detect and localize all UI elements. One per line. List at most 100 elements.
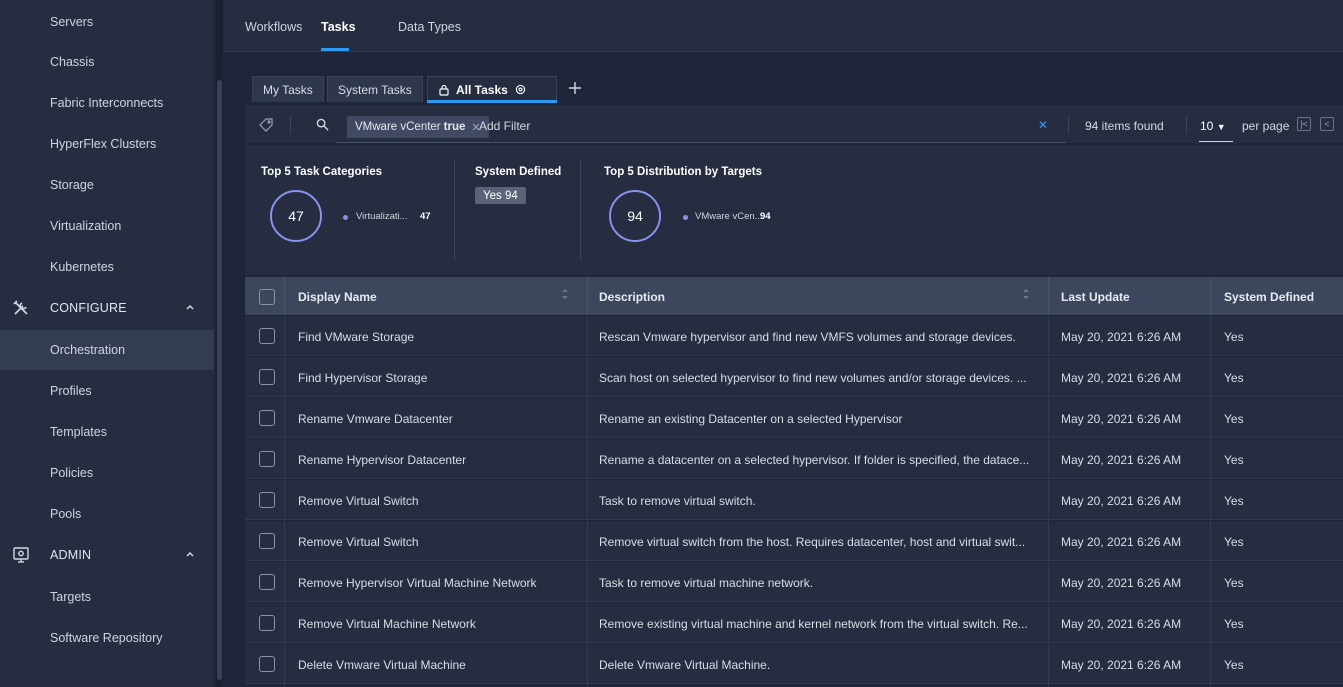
sidebar-item-kubernetes[interactable]: Kubernetes (0, 247, 214, 287)
cell-description: Remove virtual switch from the host. Req… (599, 535, 1026, 549)
filter-chip-key: VMware vCenter (355, 121, 441, 133)
sidebar-section-configure[interactable]: CONFIGURE (0, 288, 214, 328)
row-checkbox[interactable] (259, 533, 275, 549)
tab-data-types[interactable]: Data Types (398, 20, 461, 34)
cell-display-name[interactable]: Remove Virtual Switch (298, 535, 578, 549)
sidebar-item-fabric-interconnects[interactable]: Fabric Interconnects (0, 83, 214, 123)
divider (1068, 116, 1069, 134)
tab-tasks[interactable]: Tasks (321, 20, 356, 34)
table-row[interactable]: Find VMware Storage Rescan Vmware hyperv… (245, 316, 1343, 356)
column-header-description[interactable]: Description (599, 290, 665, 304)
sort-icon[interactable] (1022, 287, 1030, 301)
cell-display-name[interactable]: Find Hypervisor Storage (298, 371, 578, 385)
table-row[interactable]: Delete Vmware Virtual Machine Delete Vmw… (245, 644, 1343, 684)
row-checkbox[interactable] (259, 574, 275, 590)
sidebar-item-chassis[interactable]: Chassis (0, 42, 214, 82)
table-row[interactable]: Rename Hypervisor Datacenter Rename a da… (245, 439, 1343, 479)
cell-display-name[interactable]: Find VMware Storage (298, 330, 578, 344)
per-page-label: per page (1242, 119, 1290, 133)
filter-chip[interactable]: VMware vCenter true ✕ (347, 116, 489, 138)
add-tab-icon[interactable] (567, 80, 583, 96)
settings-icon[interactable] (515, 84, 526, 95)
cell-last-update: May 20, 2021 6:26 AM (1061, 494, 1182, 508)
table-row[interactable]: Remove Virtual Switch Remove virtual swi… (245, 521, 1343, 561)
table-row[interactable]: Remove Virtual Machine Network Remove ex… (245, 603, 1343, 643)
sort-icon[interactable] (561, 287, 569, 301)
task-categories-donut[interactable]: 47 (270, 190, 322, 242)
sidebar-section-admin[interactable]: ADMIN (0, 535, 214, 575)
sidebar-item-virtualization[interactable]: Virtualization (0, 206, 214, 246)
column-divider (587, 277, 588, 315)
row-checkbox[interactable] (259, 656, 275, 672)
cell-display-name[interactable]: Rename Hypervisor Datacenter (298, 453, 578, 467)
cell-display-name[interactable]: Remove Virtual Machine Network (298, 617, 578, 631)
sidebar-section-label: ADMIN (50, 548, 92, 562)
add-filter-input[interactable]: Add Filter (479, 119, 530, 133)
cell-last-update: May 20, 2021 6:26 AM (1061, 658, 1182, 672)
sidebar-item-software-repository[interactable]: Software Repository (0, 618, 214, 658)
column-header-system-defined[interactable]: System Defined (1224, 290, 1314, 304)
cell-system-defined: Yes (1224, 453, 1244, 467)
cell-display-name[interactable]: Remove Virtual Switch (298, 494, 578, 508)
tools-icon (13, 300, 28, 315)
first-page-icon: |< (1300, 119, 1308, 129)
column-header-last-update[interactable]: Last Update (1061, 290, 1130, 304)
cell-description: Delete Vmware Virtual Machine. (599, 658, 771, 672)
tab-workflows[interactable]: Workflows (245, 20, 302, 34)
first-page-button[interactable]: |< (1297, 117, 1311, 131)
sidebar-item-label: Profiles (50, 384, 92, 398)
sidebar-item-servers[interactable]: Servers (0, 2, 214, 42)
admin-console-icon (13, 547, 29, 563)
cell-system-defined: Yes (1224, 617, 1244, 631)
row-checkbox[interactable] (259, 328, 275, 344)
tab-label: My Tasks (263, 82, 313, 97)
sidebar-item-targets[interactable]: Targets (0, 577, 214, 617)
row-checkbox[interactable] (259, 492, 275, 508)
sidebar-scrollbar[interactable] (217, 80, 222, 680)
sidebar-item-label: Servers (50, 15, 94, 29)
table-row[interactable]: Rename Vmware Datacenter Rename an exist… (245, 398, 1343, 438)
divider (454, 160, 455, 260)
table-row[interactable]: Remove Hypervisor Virtual Machine Networ… (245, 562, 1343, 602)
column-divider (284, 316, 285, 687)
sidebar-item-templates[interactable]: Templates (0, 412, 214, 452)
tab-all-tasks[interactable]: All Tasks (427, 76, 557, 102)
sidebar-item-label: Kubernetes (50, 260, 114, 274)
table-row[interactable]: Remove Virtual Switch Task to remove vir… (245, 480, 1343, 520)
system-defined-badge[interactable]: Yes 94 (475, 187, 526, 204)
previous-page-button[interactable]: < (1320, 117, 1334, 131)
sidebar-section-label: CONFIGURE (50, 301, 127, 315)
tab-my-tasks[interactable]: My Tasks (252, 76, 324, 102)
tag-icon[interactable] (258, 117, 274, 133)
tab-system-tasks[interactable]: System Tasks (327, 76, 423, 102)
clear-filters-icon[interactable]: ✕ (1038, 118, 1048, 132)
task-categories-title: Top 5 Task Categories (261, 166, 382, 178)
sidebar-item-storage[interactable]: Storage (0, 165, 214, 205)
cell-display-name[interactable]: Remove Hypervisor Virtual Machine Networ… (298, 576, 578, 590)
per-page-select[interactable]: 10 ▼ (1200, 119, 1226, 133)
column-header-display-name[interactable]: Display Name (298, 290, 377, 304)
sidebar-item-pools[interactable]: Pools (0, 494, 214, 534)
table-header (245, 277, 1343, 315)
divider (290, 116, 291, 134)
sidebar: Servers Chassis Fabric Interconnects Hyp… (0, 0, 214, 687)
cell-description: Task to remove virtual machine network. (599, 576, 814, 590)
table-row[interactable]: Find Hypervisor Storage Scan host on sel… (245, 357, 1343, 397)
cell-display-name[interactable]: Delete Vmware Virtual Machine (298, 658, 578, 672)
row-checkbox[interactable] (259, 410, 275, 426)
badge-value: 94 (504, 189, 518, 202)
sidebar-item-hyperflex-clusters[interactable]: HyperFlex Clusters (0, 124, 214, 164)
select-all-checkbox[interactable] (259, 289, 275, 305)
legend-label: Virtualizati... (356, 211, 408, 222)
row-checkbox[interactable] (259, 615, 275, 631)
sidebar-item-orchestration[interactable]: Orchestration (0, 330, 214, 370)
cell-display-name[interactable]: Rename Vmware Datacenter (298, 412, 578, 426)
badge-label: Yes (483, 189, 502, 202)
sidebar-item-profiles[interactable]: Profiles (0, 371, 214, 411)
row-checkbox[interactable] (259, 369, 275, 385)
row-checkbox[interactable] (259, 451, 275, 467)
targets-distribution-donut[interactable]: 94 (609, 190, 661, 242)
active-subtab-indicator (427, 100, 557, 103)
sidebar-item-policies[interactable]: Policies (0, 453, 214, 493)
cell-last-update: May 20, 2021 6:26 AM (1061, 371, 1182, 385)
